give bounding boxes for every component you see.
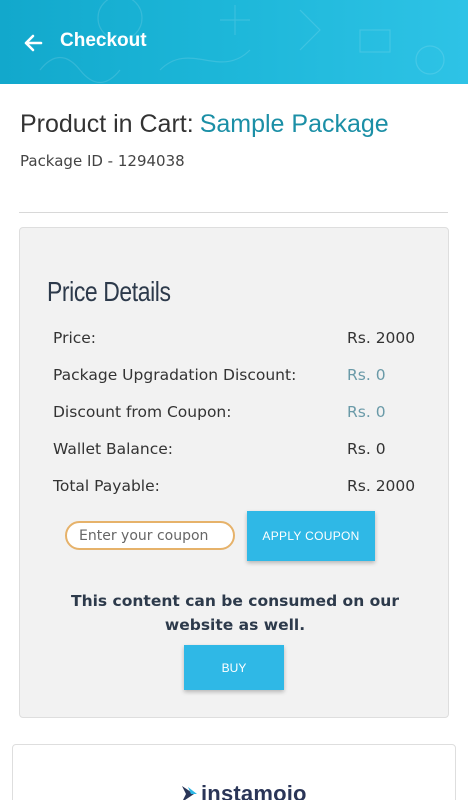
instamojo-logo: instamojo — [181, 781, 307, 800]
price-details-title: Price Details — [47, 276, 171, 307]
website-notice: This content can be consumed on our webs… — [71, 592, 399, 634]
instamojo-wordmark: instamojo — [201, 781, 307, 800]
apply-coupon-button[interactable]: APPLY COUPON — [247, 511, 375, 561]
coupon-discount-value: Rs. 0 — [347, 403, 386, 421]
product-heading: Product in Cart: Sample Package — [20, 110, 389, 139]
upgradation-discount-label: Package Upgradation Discount: — [53, 366, 297, 384]
coupon-input[interactable] — [65, 521, 235, 550]
upgradation-discount-value: Rs. 0 — [347, 366, 386, 384]
payment-gateway-card: instamojo — [12, 744, 456, 800]
buy-button[interactable]: BUY — [184, 645, 284, 690]
page-title: Checkout — [60, 30, 147, 51]
wallet-balance-label: Wallet Balance: — [53, 440, 174, 458]
package-id: Package ID - 1294038 — [20, 152, 185, 170]
total-payable-label: Total Payable: — [53, 477, 160, 495]
arrow-left-icon — [24, 34, 43, 52]
back-button[interactable] — [18, 28, 48, 58]
wallet-balance-value: Rs. 0 — [347, 440, 386, 458]
coupon-discount-label: Discount from Coupon: — [53, 403, 232, 421]
app-header: Checkout — [0, 0, 468, 84]
price-details-card: Price Details Price: Rs. 2000 Package Up… — [19, 227, 449, 718]
product-name: Sample Package — [199, 110, 389, 138]
price-row-value: Rs. 2000 — [347, 329, 416, 347]
divider — [19, 212, 448, 213]
instamojo-logo-icon — [182, 786, 197, 800]
price-row-label: Price: — [53, 329, 97, 347]
product-prefix: Product in Cart: — [20, 110, 194, 138]
total-payable-value: Rs. 2000 — [347, 477, 416, 495]
